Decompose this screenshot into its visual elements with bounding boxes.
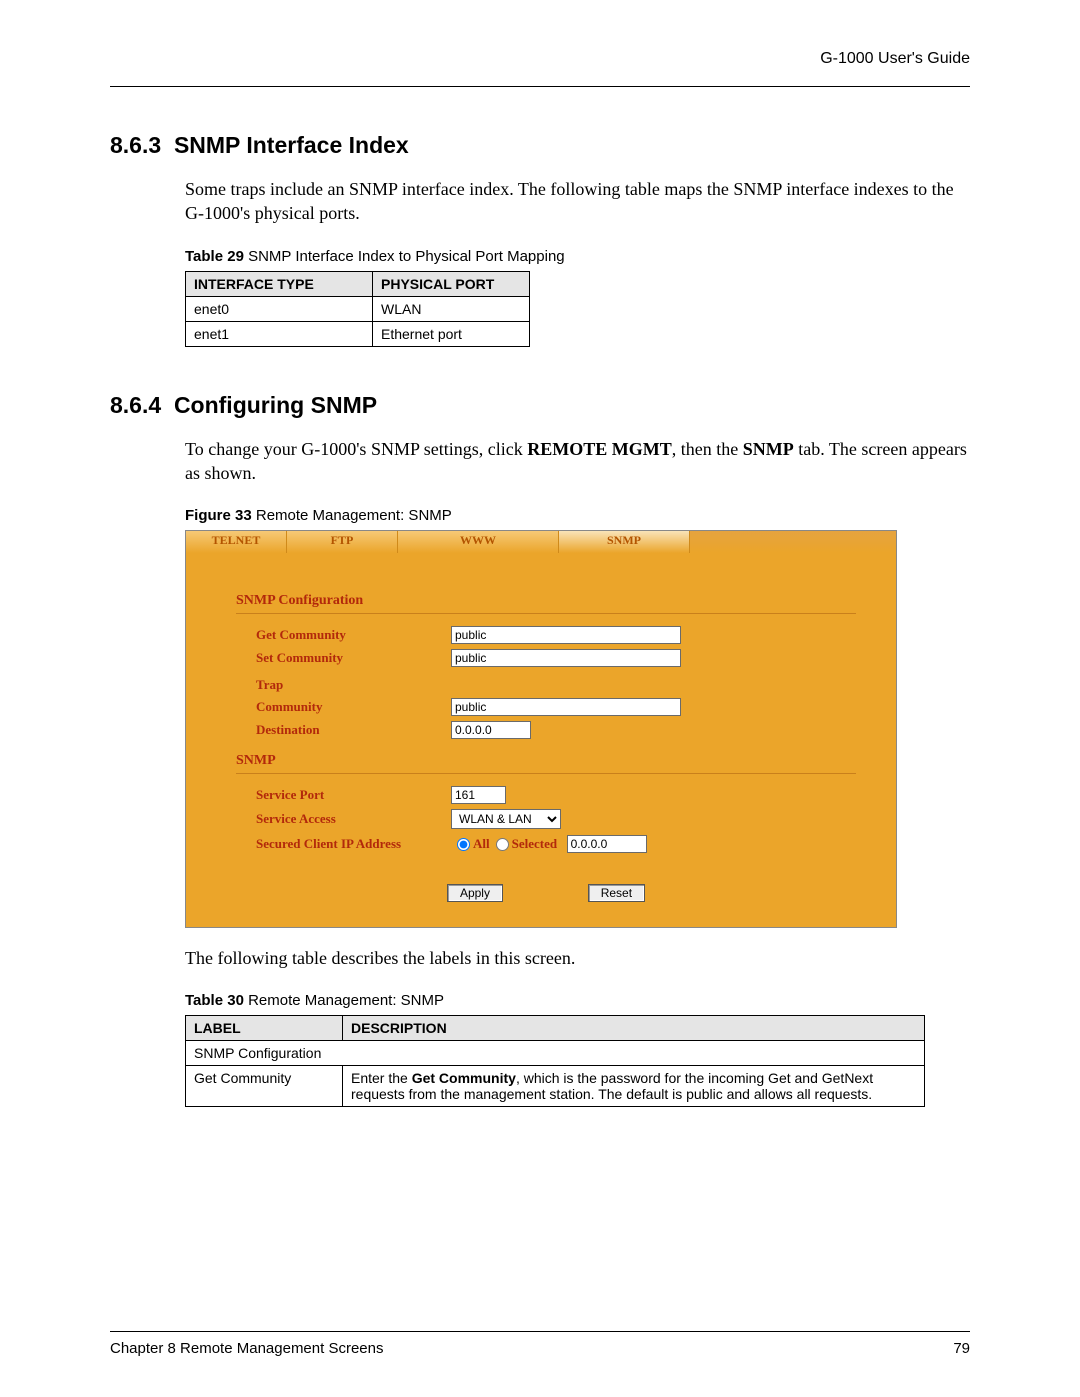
group-snmp-config: SNMP Configuration [236, 593, 856, 609]
t30-h0: LABEL [186, 1016, 343, 1041]
radio-all-label: All [473, 836, 490, 852]
label-get-community: Get Community [256, 627, 451, 643]
table-row: enet0 WLAN [186, 296, 530, 321]
table-row: SNMP Configuration [186, 1041, 925, 1066]
group-rule [236, 613, 856, 614]
input-service-port[interactable] [451, 786, 506, 804]
page-footer: Chapter 8 Remote Management Screens 79 [110, 1331, 970, 1357]
section-num: 8.6.4 [110, 392, 161, 418]
radio-all[interactable] [457, 838, 470, 851]
header-rule [110, 86, 970, 87]
section1-para: Some traps include an SNMP interface ind… [185, 177, 970, 226]
figure33-caption-rest: Remote Management: SNMP [252, 507, 452, 524]
section-num: 8.6.3 [110, 132, 161, 158]
label-community: Community [256, 699, 451, 715]
bold-snmp: SNMP [743, 439, 794, 459]
radio-selected[interactable] [496, 838, 509, 851]
table30-caption-bold: Table 30 [185, 992, 244, 1009]
input-trap-community[interactable] [451, 698, 681, 716]
t30-h1: DESCRIPTION [343, 1016, 925, 1041]
section-title: SNMP Interface Index [174, 132, 409, 158]
figure33-caption: Figure 33 Remote Management: SNMP [185, 507, 970, 524]
label-secured-ip: Secured Client IP Address [256, 836, 451, 852]
txt: , then the [672, 439, 743, 459]
table30: LABEL DESCRIPTION SNMP Configuration Get… [185, 1015, 925, 1107]
footer-page-number: 79 [953, 1340, 970, 1357]
select-service-access[interactable]: WLAN & LAN [451, 809, 561, 829]
bold-get-community: Get Community [412, 1070, 516, 1086]
tab-www[interactable]: WWW [398, 531, 559, 553]
t30-row-get-community-label: Get Community [186, 1066, 343, 1107]
radio-selected-label: Selected [512, 836, 557, 852]
input-set-community[interactable] [451, 649, 681, 667]
label-set-community: Set Community [256, 650, 451, 666]
header-doc-title: G-1000 User's Guide [110, 50, 970, 68]
group-rule [236, 773, 856, 774]
apply-button[interactable]: Apply [447, 884, 503, 902]
reset-button[interactable]: Reset [588, 884, 645, 902]
table-row: enet1 Ethernet port [186, 321, 530, 346]
table29-caption: Table 29 SNMP Interface Index to Physica… [185, 248, 970, 265]
input-secured-ip[interactable] [567, 835, 647, 853]
section-title: Configuring SNMP [174, 392, 377, 418]
table30-caption: Table 30 Remote Management: SNMP [185, 992, 970, 1009]
label-service-access: Service Access [256, 811, 451, 827]
section2-para: To change your G-1000's SNMP settings, c… [185, 437, 970, 486]
table-row: Get Community Enter the Get Community, w… [186, 1066, 925, 1107]
table30-caption-rest: Remote Management: SNMP [244, 992, 444, 1009]
label-service-port: Service Port [256, 787, 451, 803]
table29-caption-bold: Table 29 [185, 248, 244, 265]
after-figure-text: The following table describes the labels… [185, 946, 970, 970]
footer-chapter: Chapter 8 Remote Management Screens [110, 1340, 383, 1357]
input-get-community[interactable] [451, 626, 681, 644]
t30-row-get-community-desc: Enter the Get Community, which is the pa… [343, 1066, 925, 1107]
txt: To change your G-1000's SNMP settings, c… [185, 439, 527, 459]
input-trap-destination[interactable] [451, 721, 531, 739]
section-heading-864: 8.6.4 Configuring SNMP [110, 392, 970, 419]
t29-h1: PHYSICAL PORT [373, 271, 530, 296]
tab-snmp[interactable]: SNMP [559, 531, 690, 553]
tab-spacer [690, 531, 896, 553]
t29-r0c0: enet0 [186, 296, 373, 321]
table29: INTERFACE TYPE PHYSICAL PORT enet0 WLAN … [185, 271, 530, 347]
figure33-caption-bold: Figure 33 [185, 507, 252, 524]
t30-row-snmp-config: SNMP Configuration [186, 1041, 925, 1066]
figure33-panel: TELNET FTP WWW SNMP SNMP Configuration G… [185, 530, 897, 928]
table29-caption-rest: SNMP Interface Index to Physical Port Ma… [244, 248, 565, 265]
tab-row: TELNET FTP WWW SNMP [186, 531, 896, 553]
t29-r0c1: WLAN [373, 296, 530, 321]
t29-r1c0: enet1 [186, 321, 373, 346]
section-heading-863: 8.6.3 SNMP Interface Index [110, 132, 970, 159]
t29-h0: INTERFACE TYPE [186, 271, 373, 296]
tab-telnet[interactable]: TELNET [186, 531, 287, 553]
bold-remote-mgmt: REMOTE MGMT [527, 439, 672, 459]
group-snmp: SNMP [236, 753, 856, 769]
t29-r1c1: Ethernet port [373, 321, 530, 346]
label-trap: Trap [256, 677, 451, 693]
tab-ftp[interactable]: FTP [287, 531, 398, 553]
txt: Enter the [351, 1070, 412, 1086]
label-destination: Destination [256, 722, 451, 738]
